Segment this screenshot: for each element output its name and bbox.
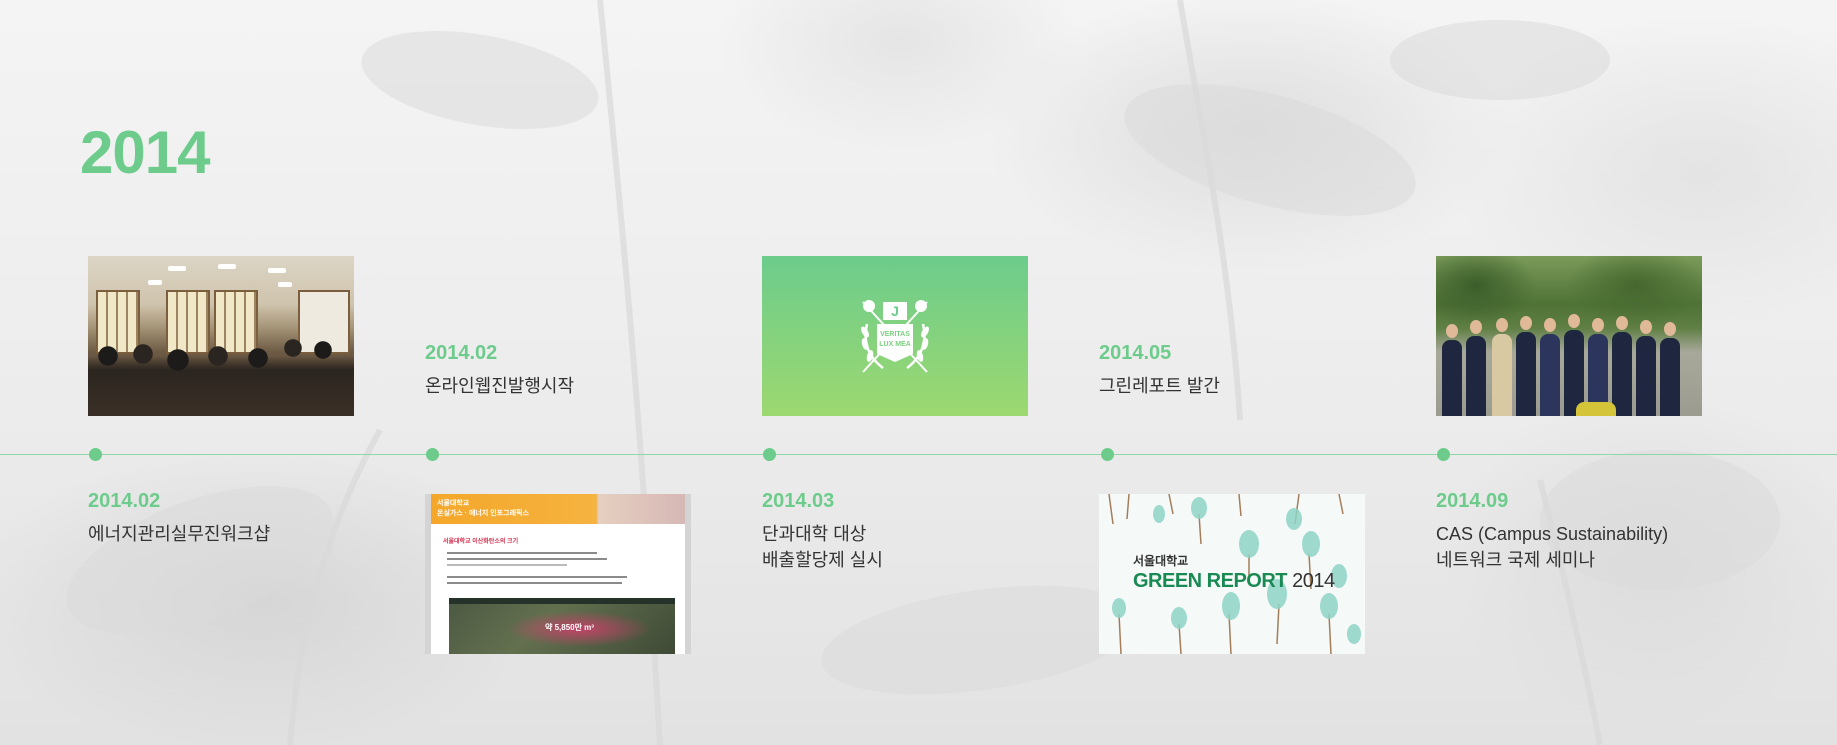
report-organization: 서울대학교 bbox=[1133, 554, 1189, 568]
timeline-axis bbox=[0, 454, 1837, 455]
group-photo[interactable] bbox=[1436, 256, 1702, 416]
year-heading: 2014 bbox=[80, 119, 210, 186]
meeting-photo[interactable] bbox=[88, 256, 354, 416]
event-date: 2014.02 bbox=[88, 490, 161, 512]
timeline-dot bbox=[1101, 448, 1114, 461]
infographic-heading: 서울대학교 이산화탄소의 크기 bbox=[443, 539, 519, 545]
svg-text:J: J bbox=[891, 303, 899, 319]
timeline-dot bbox=[1437, 448, 1450, 461]
emblem-motto-2: LUX MEA bbox=[879, 341, 911, 348]
event-date: 2014.02 bbox=[425, 342, 498, 364]
university-logo-card[interactable]: J VERITAS LUX MEA bbox=[762, 256, 1028, 416]
event-description: 단과대학 대상 배출할당제 실시 bbox=[762, 524, 883, 570]
infographic-title-line2: 온실가스 · 에너지 인포그래픽스 bbox=[437, 510, 529, 517]
timeline-event: 2014.05 그린레포트 발간 bbox=[1099, 342, 1399, 399]
university-emblem-icon: J VERITAS LUX MEA bbox=[861, 300, 929, 373]
event-description: 온라인웹진발행시작 bbox=[425, 376, 575, 396]
event-description: 그린레포트 발간 bbox=[1099, 376, 1220, 396]
infographic-title-line1: 서울대학교 bbox=[437, 500, 470, 507]
event-date: 2014.03 bbox=[762, 490, 835, 512]
report-year: 2014 bbox=[1292, 570, 1335, 592]
event-description: 에너지관리실무진워크샵 bbox=[88, 524, 271, 544]
timeline-dot bbox=[763, 448, 776, 461]
infographic-thumbnail[interactable]: 서울대학교 온실가스 · 에너지 인포그래픽스 서울대학교 이산화탄소의 크기 … bbox=[425, 494, 691, 654]
green-report-cover[interactable]: 서울대학교 GREEN REPORT 2014 bbox=[1099, 494, 1365, 654]
timeline-event: 2014.03 단과대학 대상 배출할당제 실시 bbox=[762, 490, 1062, 573]
timeline-dot bbox=[426, 448, 439, 461]
emblem-motto-1: VERITAS bbox=[880, 331, 910, 338]
timeline-dot bbox=[89, 448, 102, 461]
event-date: 2014.05 bbox=[1099, 342, 1172, 364]
timeline-event: 2014.02 에너지관리실무진워크샵 bbox=[88, 490, 388, 547]
report-title-text: GREEN REPORT bbox=[1133, 570, 1288, 592]
report-title: GREEN REPORT 2014 bbox=[1133, 570, 1335, 593]
timeline-event: 2014.09 CAS (Campus Sustainability) 네트워크… bbox=[1436, 490, 1816, 573]
timeline-event: 2014.02 온라인웹진발행시작 bbox=[425, 342, 725, 399]
event-date: 2014.09 bbox=[1436, 490, 1509, 512]
infographic-map-label: 약 5,850만 m³ bbox=[545, 623, 594, 632]
event-description: CAS (Campus Sustainability) 네트워크 국제 세미나 bbox=[1436, 524, 1669, 570]
